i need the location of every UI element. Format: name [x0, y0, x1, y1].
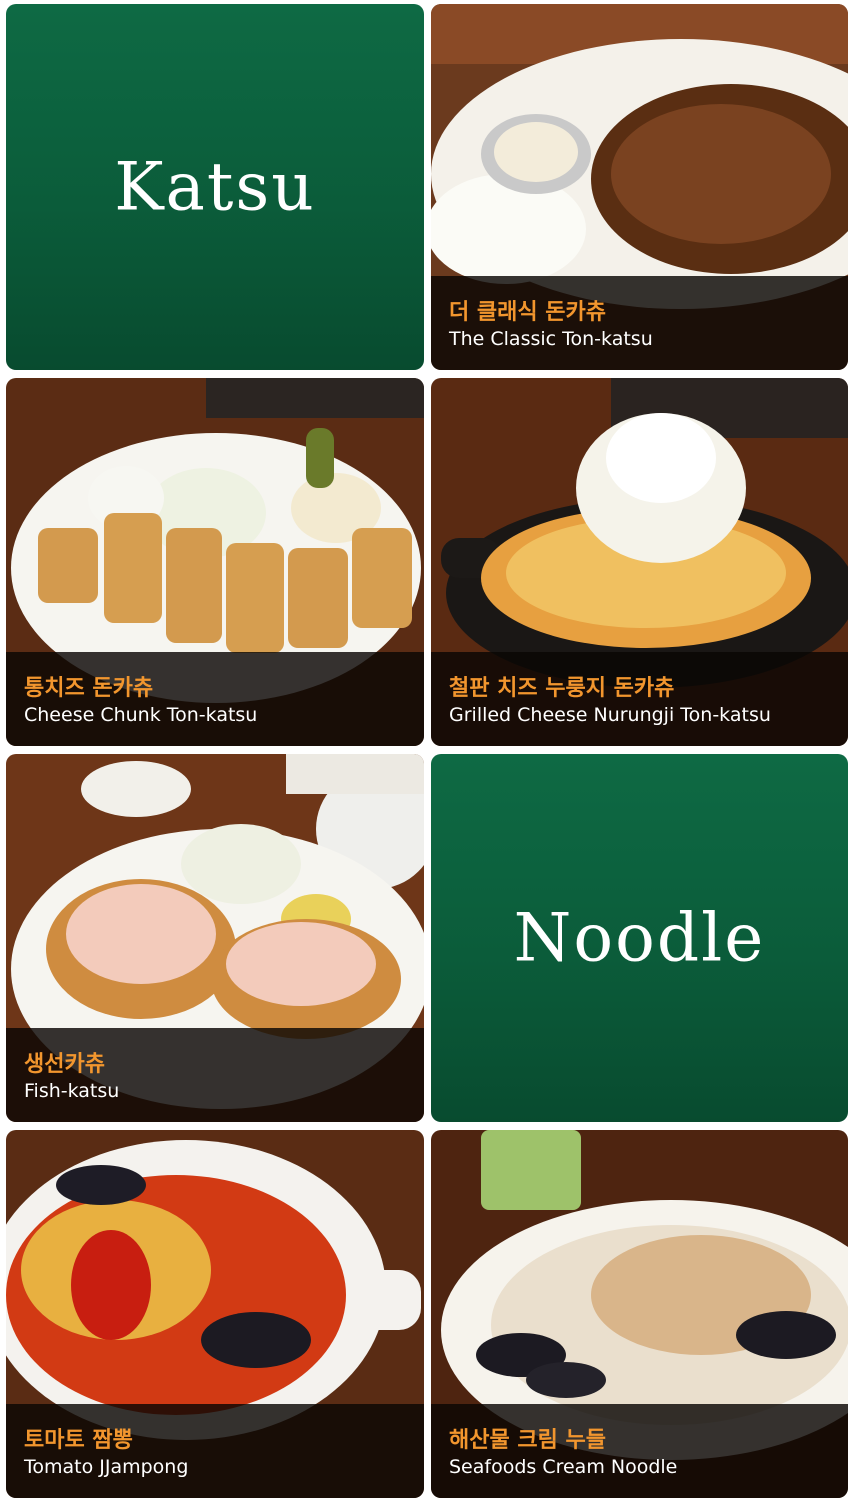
menu-card-grilled-cheese-nurungji-tonkatsu[interactable]: 철판 치즈 누룽지 돈카츄 Grilled Cheese Nurungji To… [431, 378, 848, 746]
menu-name-english: Grilled Cheese Nurungji Ton-katsu [449, 704, 771, 726]
menu-name-english: Cheese Chunk Ton-katsu [24, 704, 258, 726]
menu-name-korean: 토마토 짬뽕 [24, 1428, 133, 1453]
menu-caption: 통치즈 돈카츄 Cheese Chunk Ton-katsu [6, 652, 424, 746]
menu-caption: 철판 치즈 누룽지 돈카츄 Grilled Cheese Nurungji To… [431, 652, 848, 746]
menu-name-english: The Classic Ton-katsu [449, 328, 653, 350]
menu-caption: 토마토 짬뽕 Tomato JJampong [6, 1404, 424, 1498]
menu-caption: 더 클래식 돈카츄 The Classic Ton-katsu [431, 276, 848, 370]
menu-name-korean: 생선카츄 [24, 1052, 105, 1077]
menu-name-korean: 통치즈 돈카츄 [24, 676, 154, 701]
menu-name-korean: 해산물 크림 누들 [449, 1428, 606, 1453]
category-title: Katsu [114, 148, 316, 226]
menu-card-seafoods-cream-noodle[interactable]: 해산물 크림 누들 Seafoods Cream Noodle [431, 1130, 848, 1498]
menu-name-english: Seafoods Cream Noodle [449, 1456, 678, 1478]
menu-card-tomato-jjampong[interactable]: 토마토 짬뽕 Tomato JJampong [6, 1130, 424, 1498]
menu-name-korean: 철판 치즈 누룽지 돈카츄 [449, 676, 675, 701]
category-tile-noodle[interactable]: Noodle [431, 754, 848, 1122]
menu-card-fish-katsu[interactable]: 생선카츄 Fish-katsu [6, 754, 424, 1122]
category-title: Noodle [513, 899, 766, 977]
menu-name-english: Tomato JJampong [24, 1456, 189, 1478]
menu-card-classic-tonkatsu[interactable]: 더 클래식 돈카츄 The Classic Ton-katsu [431, 4, 848, 370]
menu-name-korean: 더 클래식 돈카츄 [449, 300, 606, 325]
category-tile-katsu[interactable]: Katsu [6, 4, 424, 370]
menu-card-cheese-chunk-tonkatsu[interactable]: 통치즈 돈카츄 Cheese Chunk Ton-katsu [6, 378, 424, 746]
menu-name-english: Fish-katsu [24, 1080, 120, 1102]
menu-caption: 생선카츄 Fish-katsu [6, 1028, 424, 1122]
menu-caption: 해산물 크림 누들 Seafoods Cream Noodle [431, 1404, 848, 1498]
